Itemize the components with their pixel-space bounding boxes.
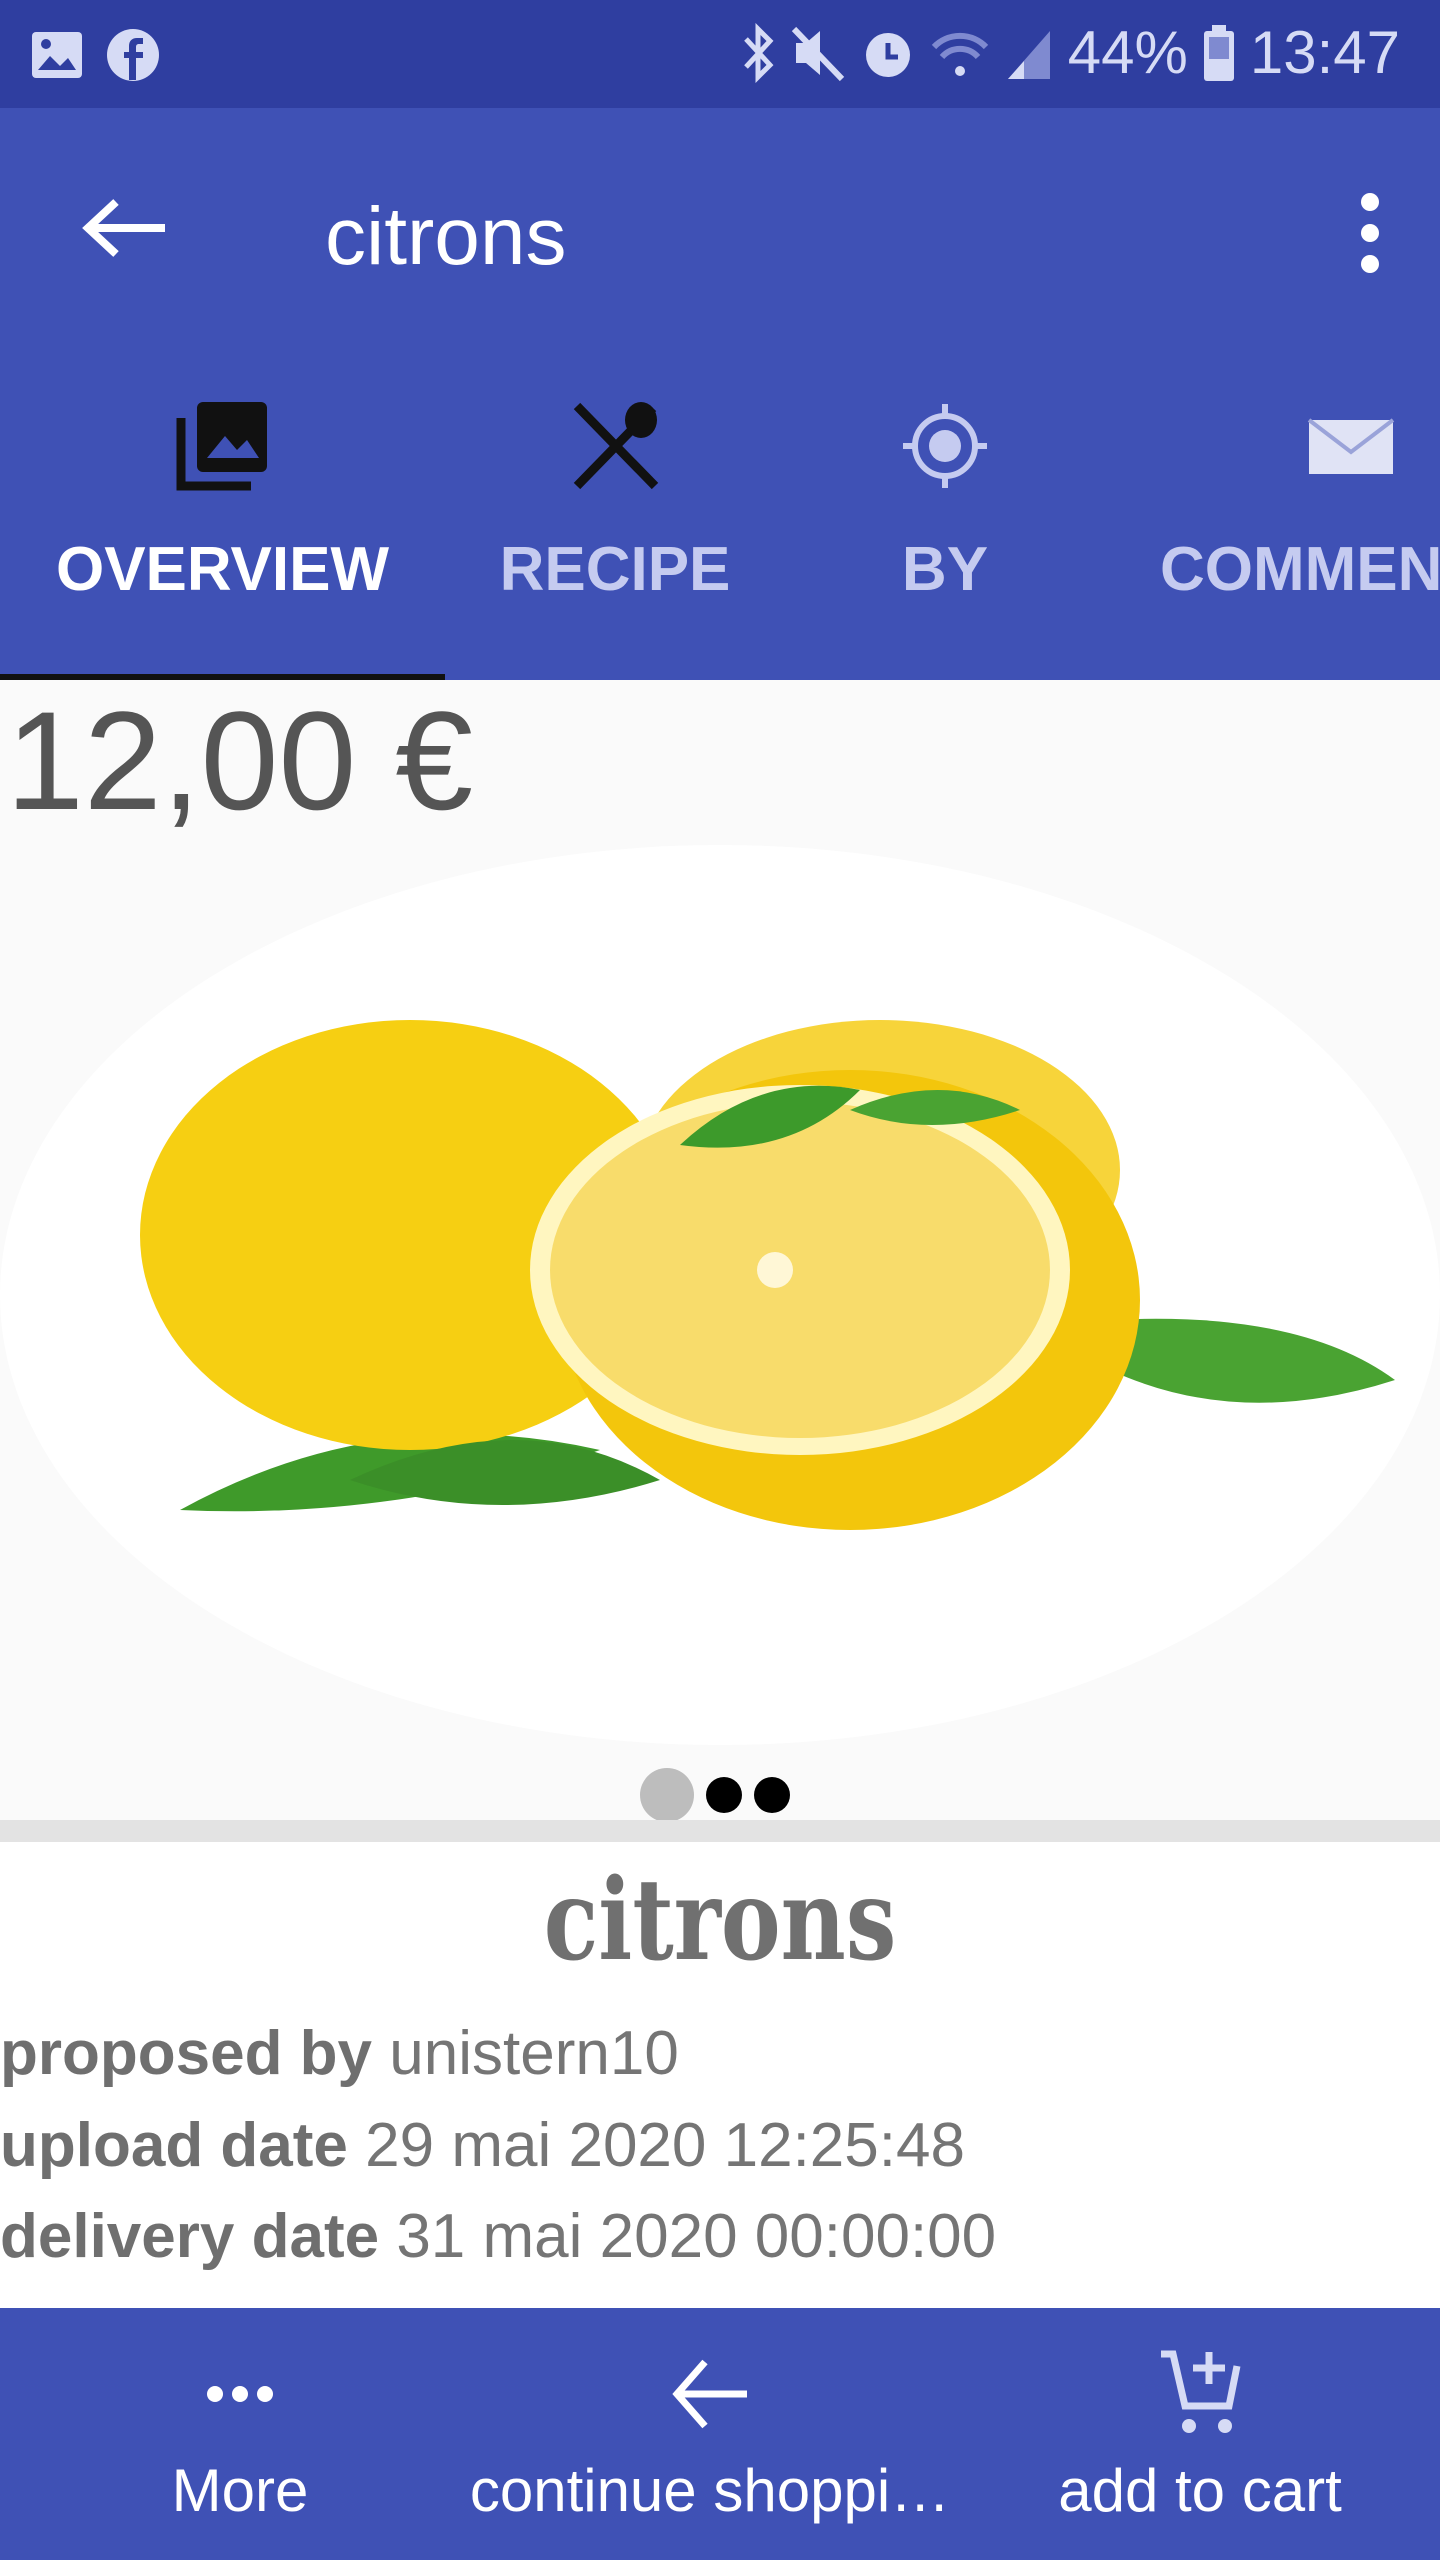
wifi-icon bbox=[931, 32, 988, 76]
battery-icon bbox=[1203, 24, 1234, 81]
tab-label: BY bbox=[901, 535, 989, 604]
signal-icon bbox=[1007, 30, 1050, 79]
location-icon bbox=[903, 404, 987, 488]
divider bbox=[0, 1820, 1440, 1842]
detail-label: proposed by bbox=[0, 2019, 373, 2088]
detail-label: upload date bbox=[0, 2111, 348, 2180]
status-bar: 44% 13:47 bbox=[0, 0, 1440, 108]
button-label: More bbox=[171, 2457, 309, 2524]
more-horiz-icon bbox=[207, 2386, 273, 2402]
gallery-icon bbox=[32, 32, 82, 78]
detail-label: delivery date bbox=[0, 2202, 380, 2271]
mail-icon bbox=[1307, 418, 1395, 474]
mute-icon bbox=[791, 26, 844, 81]
tab-label: RECIPE bbox=[499, 535, 731, 604]
product-image bbox=[0, 845, 1440, 1745]
clock: 13:47 bbox=[1249, 19, 1400, 86]
carousel-dot[interactable] bbox=[754, 1777, 790, 1813]
tab-by[interactable]: BY bbox=[840, 398, 1050, 605]
photo-library-icon bbox=[176, 402, 267, 491]
product-name: citrons bbox=[543, 1855, 897, 1986]
more-button[interactable]: More bbox=[100, 2348, 380, 2525]
carousel-dot[interactable] bbox=[706, 1777, 742, 1813]
button-label: add to cart bbox=[1058, 2457, 1342, 2524]
add-to-cart-button[interactable]: add to cart bbox=[1040, 2348, 1360, 2525]
back-arrow-icon[interactable] bbox=[80, 198, 170, 258]
price: 12,00 € bbox=[6, 682, 474, 839]
bottom-nav: More continue shoppi… add to cart bbox=[0, 2308, 1440, 2560]
battery-percent: 44% bbox=[1067, 19, 1188, 86]
facebook-icon bbox=[107, 29, 159, 81]
tab-comments[interactable]: COMMEN bbox=[1160, 398, 1440, 605]
detail-value[interactable]: unistern10 bbox=[389, 2019, 679, 2088]
button-label: continue shoppi… bbox=[469, 2457, 951, 2524]
detail-proposed-by: proposed by unistern10 bbox=[0, 2018, 679, 2089]
tab-recipe[interactable]: RECIPE bbox=[470, 398, 760, 605]
alarm-icon bbox=[865, 32, 910, 77]
more-vert-icon[interactable] bbox=[1340, 188, 1400, 278]
continue-shopping-button[interactable]: continue shoppi… bbox=[450, 2348, 970, 2525]
detail-value: 29 mai 2020 12:25:48 bbox=[365, 2111, 965, 2180]
app-bar: citrons OVERVIEW RECIPE BY COMMEN bbox=[0, 108, 1440, 681]
add-shopping-cart-icon bbox=[1161, 2350, 1241, 2433]
arrow-back-icon bbox=[672, 2359, 747, 2429]
page-title: citrons bbox=[325, 191, 567, 282]
product-carousel[interactable]: 12,00 € bbox=[0, 680, 1440, 1822]
tab-label: COMMEN bbox=[1160, 535, 1440, 604]
carousel-indicator bbox=[640, 1768, 790, 1822]
detail-upload-date: upload date 29 mai 2020 12:25:48 bbox=[0, 2110, 965, 2181]
bluetooth-icon bbox=[743, 22, 774, 83]
tab-overview[interactable]: OVERVIEW bbox=[0, 398, 445, 605]
detail-delivery-date: delivery date 31 mai 2020 00:00:00 bbox=[0, 2201, 996, 2272]
utensils-icon bbox=[573, 402, 659, 490]
detail-value: 31 mai 2020 00:00:00 bbox=[396, 2202, 997, 2271]
carousel-dot-active[interactable] bbox=[640, 1768, 694, 1822]
tab-label: OVERVIEW bbox=[55, 535, 390, 604]
